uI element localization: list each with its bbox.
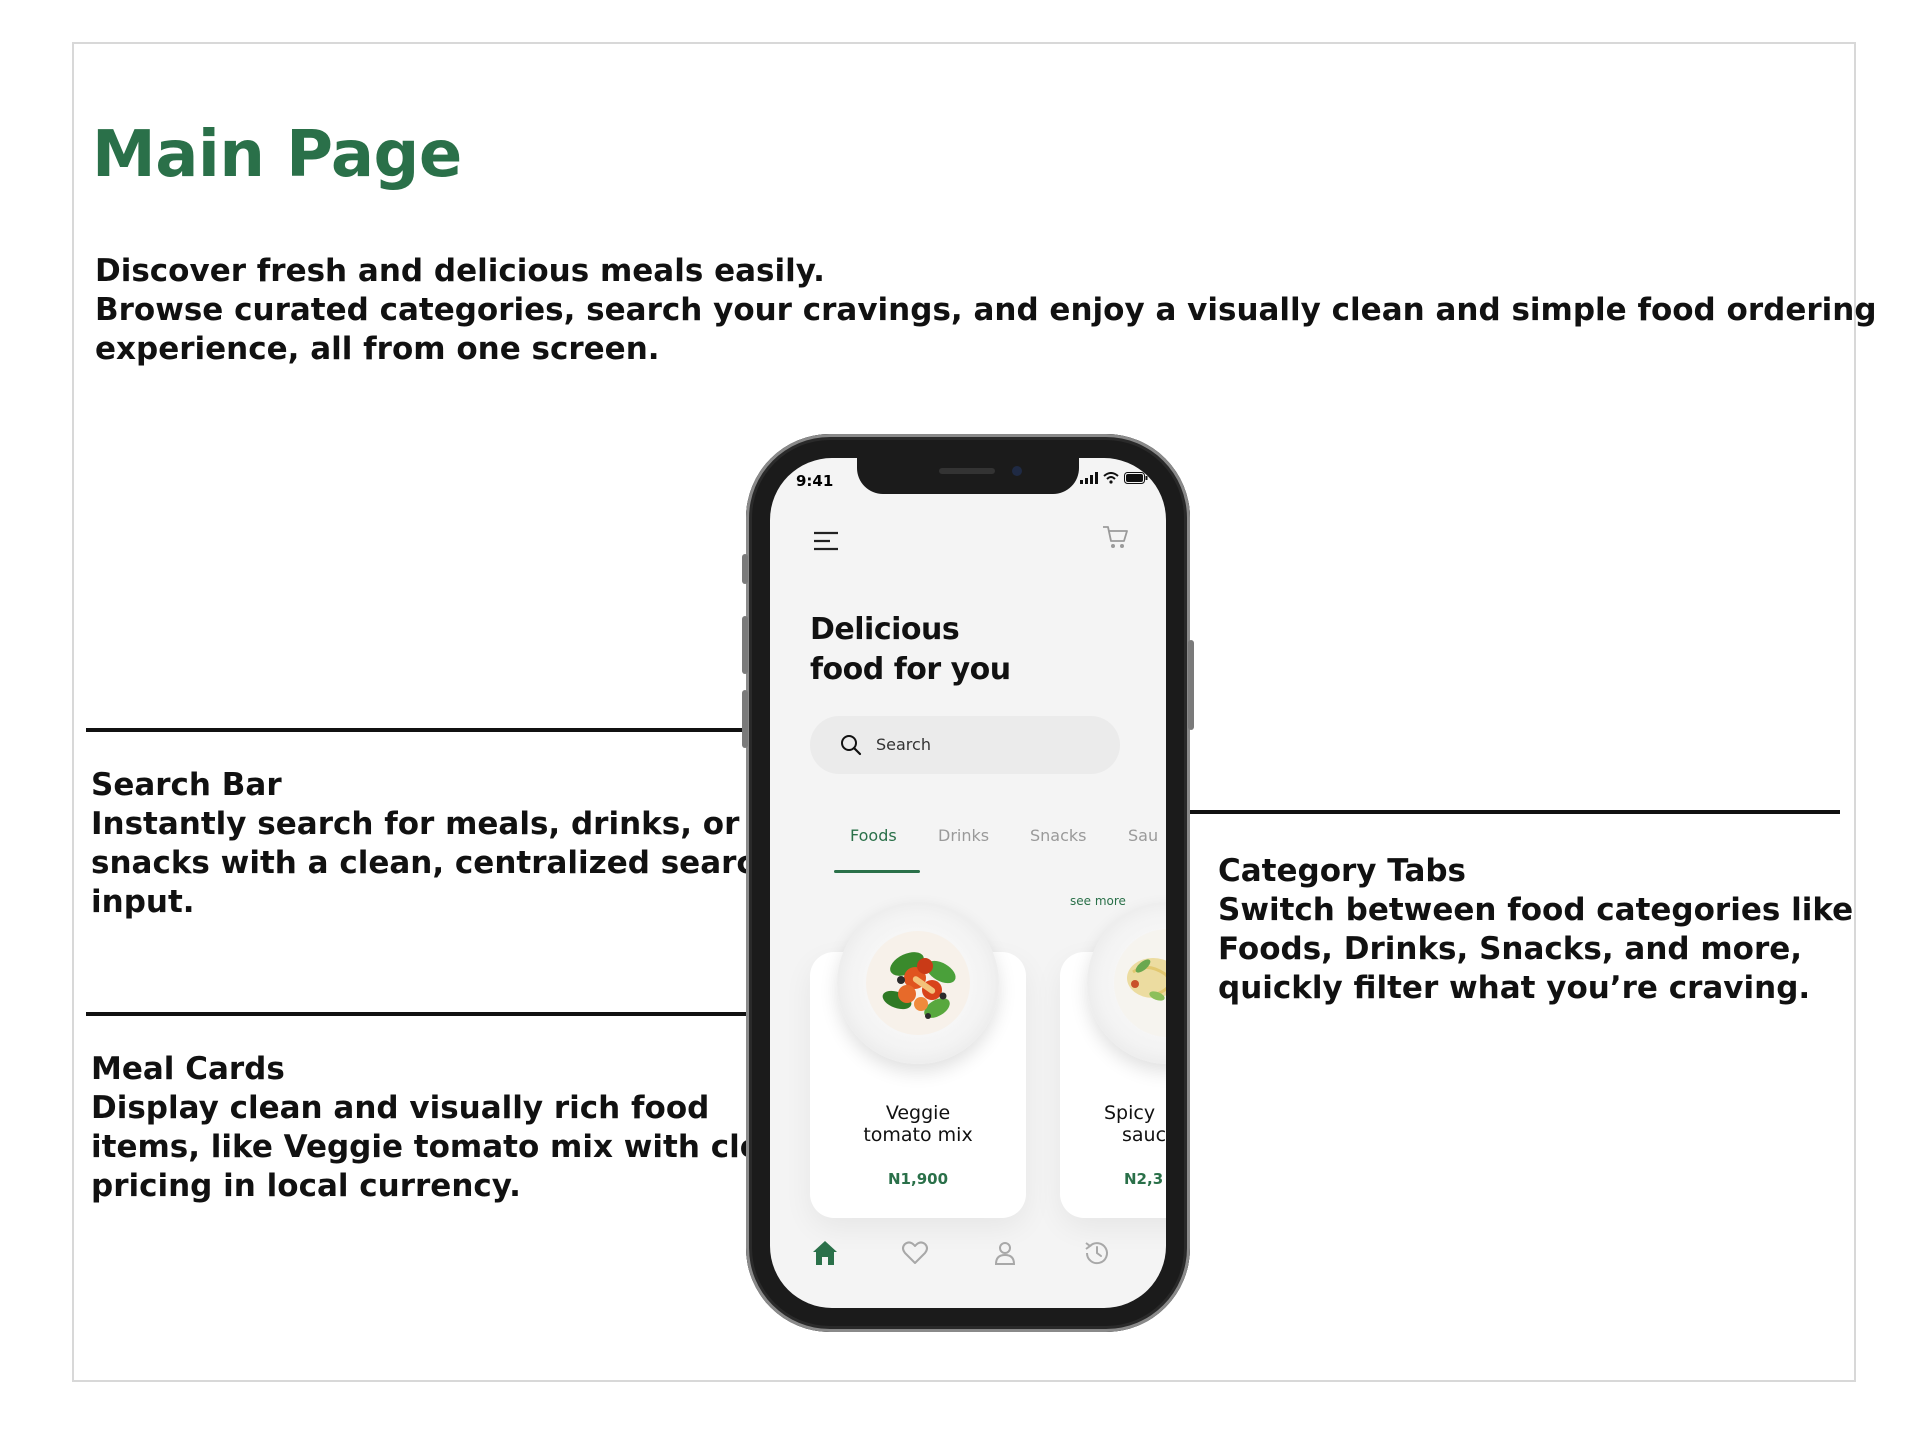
intro-line: experience, all from one screen. xyxy=(95,331,660,367)
food-image xyxy=(837,902,999,1064)
tab-foods[interactable]: Foods xyxy=(850,826,897,845)
meal-price: N2,3 xyxy=(1124,1170,1164,1188)
intro-line: Discover fresh and delicious meals easil… xyxy=(95,253,825,289)
meal-card[interactable]: Spicy sauc N2,3 xyxy=(1060,902,1166,1218)
annotation-title: Search Bar xyxy=(91,767,282,803)
user-icon[interactable] xyxy=(990,1238,1020,1268)
meal-name-line: tomato mix xyxy=(863,1124,973,1146)
wifi-icon xyxy=(1103,472,1119,484)
page-title: Main Page xyxy=(92,118,462,192)
annotation-line: pricing in local currency. xyxy=(91,1168,521,1204)
meal-cards-connector xyxy=(86,1012,762,1016)
history-icon[interactable] xyxy=(1082,1238,1112,1268)
meal-name-line: Spicy xyxy=(1104,1102,1156,1124)
front-camera xyxy=(1012,466,1022,476)
cart-icon[interactable] xyxy=(1100,522,1130,552)
phone-side-button xyxy=(742,554,748,584)
speaker-grille xyxy=(939,468,995,474)
signal-icon xyxy=(1080,472,1098,484)
headline-line: Delicious xyxy=(810,612,960,647)
annotation-title: Meal Cards xyxy=(91,1051,285,1087)
phone-side-button xyxy=(742,690,748,748)
intro-text: Discover fresh and delicious meals easil… xyxy=(95,252,1877,369)
meal-cards-annotation: Meal Cards Display clean and visually ri… xyxy=(91,1050,797,1206)
home-icon[interactable] xyxy=(810,1238,840,1268)
annotation-line: quickly filter what you’re craving. xyxy=(1218,970,1811,1006)
search-input[interactable]: Search xyxy=(810,716,1120,774)
active-tab-indicator xyxy=(834,870,920,873)
meal-name-line: sauc xyxy=(1122,1124,1166,1146)
headline-line: food for you xyxy=(810,652,1011,687)
phone-side-button xyxy=(1188,640,1194,730)
pasta-image xyxy=(1114,929,1166,1037)
phone-mockup: 9:41 Delicious food for you Search Foods… xyxy=(742,434,1194,1332)
annotation-line: items, like Veggie tomato mix with clear xyxy=(91,1129,797,1165)
battery-icon xyxy=(1124,472,1148,484)
category-tabs-annotation: Category Tabs Switch between food catego… xyxy=(1218,852,1853,1008)
heart-icon[interactable] xyxy=(900,1238,930,1268)
meal-name: Veggie tomato mix xyxy=(810,1102,1026,1146)
annotation-line: snacks with a clean, centralized search xyxy=(91,845,777,881)
meal-name-line: Veggie xyxy=(885,1102,951,1124)
meal-card[interactable]: Veggie tomato mix N1,900 xyxy=(810,902,1026,1218)
annotation-line: Foods, Drinks, Snacks, and more, xyxy=(1218,931,1803,967)
annotation-line: Display clean and visually rich food xyxy=(91,1090,710,1126)
annotation-title: Category Tabs xyxy=(1218,853,1466,889)
bottom-nav xyxy=(770,1238,1166,1288)
search-bar-annotation: Search Bar Instantly search for meals, d… xyxy=(91,766,777,922)
salad-image xyxy=(866,931,970,1035)
category-tabs-connector xyxy=(1170,810,1840,814)
category-tabs: Foods Drinks Snacks Sau xyxy=(770,826,1166,866)
status-time: 9:41 xyxy=(796,472,834,490)
meal-name: Spicy sauc xyxy=(1060,1102,1166,1146)
tab-drinks[interactable]: Drinks xyxy=(938,826,989,845)
menu-icon[interactable] xyxy=(812,530,840,552)
food-image xyxy=(1087,902,1166,1064)
tab-sauces[interactable]: Sau xyxy=(1128,826,1158,845)
annotation-line: Switch between food categories like xyxy=(1218,892,1854,928)
phone-screen: 9:41 Delicious food for you Search Foods… xyxy=(770,458,1166,1308)
annotation-line: input. xyxy=(91,884,195,920)
search-icon xyxy=(841,735,862,756)
status-icons xyxy=(1080,472,1148,484)
headline: Delicious food for you xyxy=(810,610,1011,690)
annotation-line: Instantly search for meals, drinks, or xyxy=(91,806,740,842)
intro-line: Browse curated categories, search your c… xyxy=(95,292,1877,328)
phone-notch xyxy=(857,458,1079,494)
search-placeholder: Search xyxy=(876,735,931,754)
search-bar-connector xyxy=(86,728,762,732)
tab-snacks[interactable]: Snacks xyxy=(1030,826,1087,845)
meal-price: N1,900 xyxy=(888,1170,948,1188)
phone-side-button xyxy=(742,616,748,674)
